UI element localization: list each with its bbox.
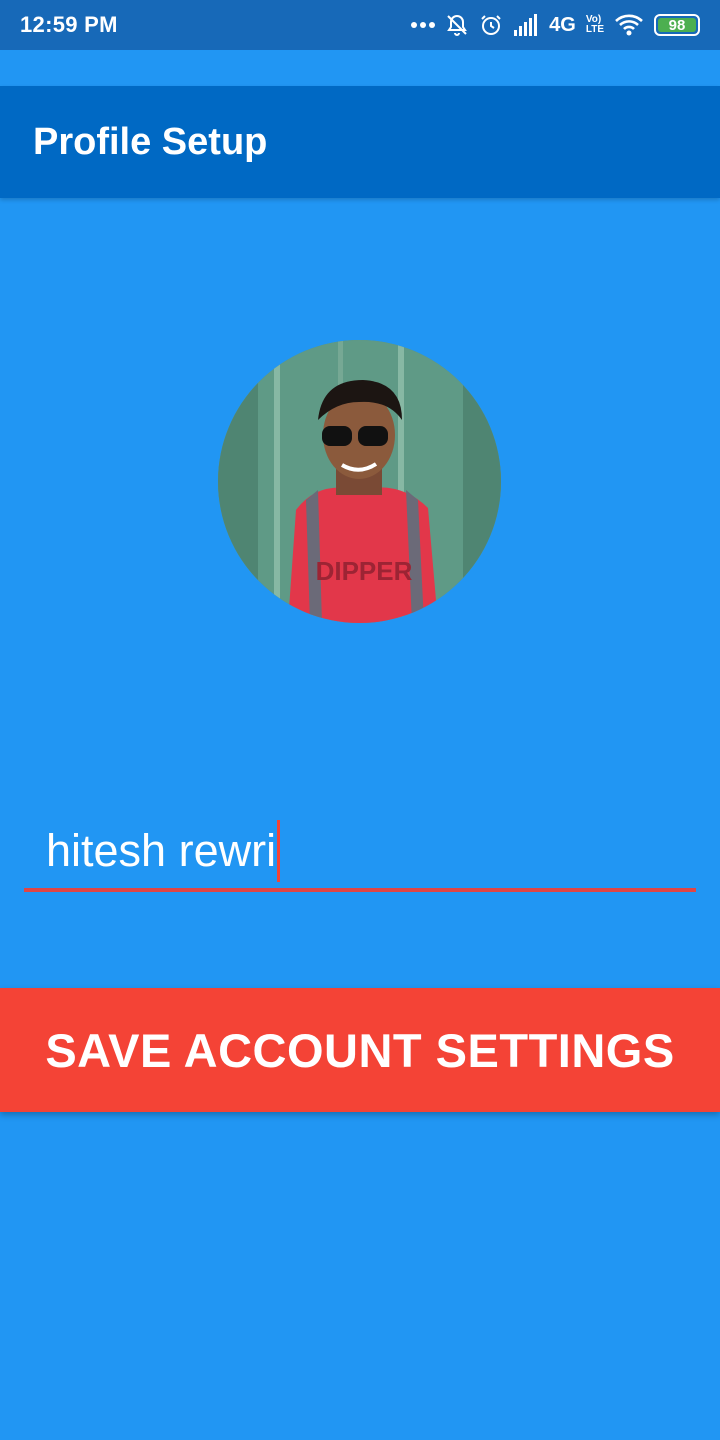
wifi-icon (614, 14, 644, 36)
save-account-settings-button[interactable]: SAVE ACCOUNT SETTINGS (0, 988, 720, 1112)
name-input-value: hitesh rewri (46, 825, 277, 876)
network-type: 4G (549, 13, 576, 36)
name-field[interactable]: hitesh rewri (24, 800, 696, 892)
name-input[interactable]: hitesh rewri (46, 820, 281, 882)
profile-avatar[interactable]: DIPPER (218, 340, 501, 623)
input-underline (24, 888, 696, 892)
volte-indicator: Vo) LTE (586, 15, 604, 35)
volte-bottom: LTE (585, 24, 604, 35)
status-icons: 4G Vo) LTE 98 (411, 13, 700, 37)
status-time: 12:59 PM (20, 12, 118, 37)
battery-level: 98 (668, 16, 686, 34)
more-dots-icon (411, 21, 436, 29)
status-bar: 12:59 PM 4G Vo) LTE 98 (0, 0, 720, 50)
app-bar: Profile Setup (0, 86, 720, 198)
svg-text:DIPPER: DIPPER (316, 556, 413, 586)
battery-icon: 98 (654, 14, 700, 36)
mute-bell-icon (445, 13, 469, 37)
signal-icon (513, 14, 539, 36)
alarm-icon (479, 13, 503, 37)
text-cursor (277, 820, 281, 882)
profile-photo: DIPPER (218, 340, 501, 623)
page-title: Profile Setup (33, 120, 268, 163)
